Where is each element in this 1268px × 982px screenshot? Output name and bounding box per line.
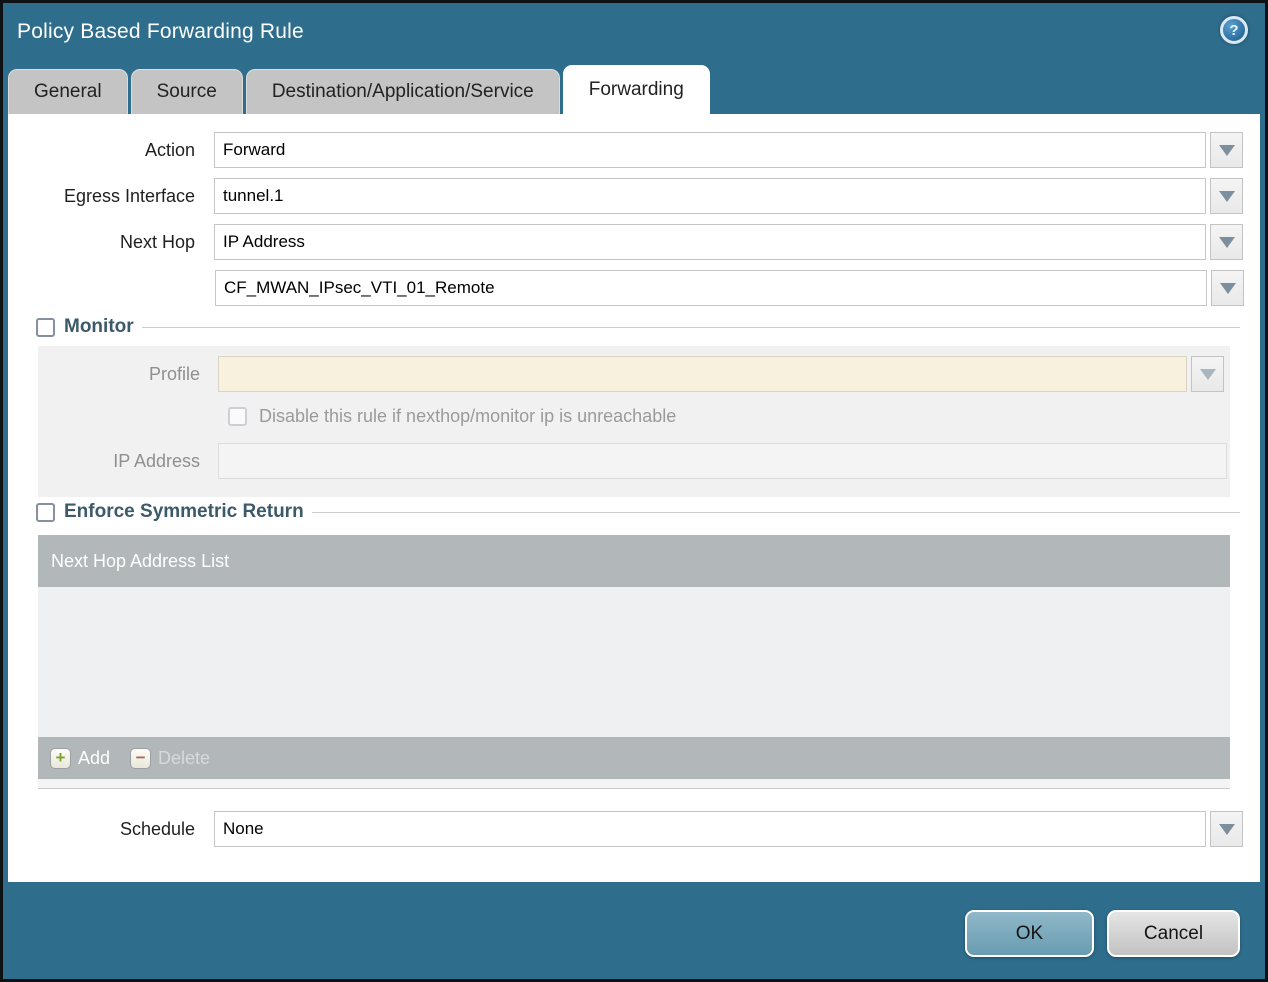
tab-general[interactable]: General xyxy=(8,69,128,114)
next-hop-address-input[interactable] xyxy=(215,270,1207,306)
page-title: Policy Based Forwarding Rule xyxy=(17,20,304,43)
disable-rule-checkbox xyxy=(228,407,247,426)
action-label: Action xyxy=(144,139,195,160)
schedule-label: Schedule xyxy=(119,818,195,839)
next-hop-address-row xyxy=(8,270,1260,306)
chevron-down-icon xyxy=(1199,368,1216,380)
egress-interface-input[interactable] xyxy=(214,178,1206,214)
profile-label: Profile xyxy=(148,363,200,384)
chevron-down-icon xyxy=(1218,236,1235,248)
symmetric-return-legend: Enforce Symmetric Return xyxy=(30,501,312,523)
plus-icon: + xyxy=(50,747,71,769)
next-hop-address-list: Next Hop Address List + Add − Delete xyxy=(38,535,1230,789)
help-icon[interactable]: ? xyxy=(1220,16,1248,44)
symmetric-return-group-title: Enforce Symmetric Return xyxy=(64,501,304,522)
tab-destination-application-service[interactable]: Destination/Application/Service xyxy=(245,69,560,114)
add-button-label: Add xyxy=(78,747,111,768)
symmetric-return-group: Enforce Symmetric Return Next Hop Addres… xyxy=(30,501,1240,789)
monitor-ip-address-input xyxy=(218,443,1227,479)
tab-bar: General Source Destination/Application/S… xyxy=(8,65,1265,114)
profile-dropdown-button xyxy=(1191,356,1224,392)
minus-glyph: − xyxy=(135,747,146,767)
schedule-dropdown-button[interactable] xyxy=(1210,811,1243,847)
egress-interface-label: Egress Interface xyxy=(63,185,195,206)
chevron-down-icon xyxy=(1218,823,1235,835)
next-hop-row: Next Hop xyxy=(8,224,1260,260)
tab-forwarding[interactable]: Forwarding xyxy=(562,65,710,114)
next-hop-type-input[interactable] xyxy=(214,224,1206,260)
schedule-input[interactable] xyxy=(214,811,1206,847)
disable-rule-row: Disable this rule if nexthop/monitor ip … xyxy=(228,406,1230,427)
monitor-ip-address-label: IP Address xyxy=(113,450,200,471)
monitor-ip-address-row: IP Address xyxy=(38,443,1230,479)
title-bar: Policy Based Forwarding Rule ? xyxy=(3,3,1265,65)
action-input[interactable] xyxy=(214,132,1206,168)
schedule-row: Schedule xyxy=(8,811,1260,847)
action-dropdown-button[interactable] xyxy=(1210,132,1243,168)
dialog-footer: OK Cancel xyxy=(3,882,1265,957)
next-hop-address-list-header: Next Hop Address List xyxy=(38,535,1230,587)
action-row: Action xyxy=(8,132,1260,168)
next-hop-address-list-toolbar: + Add − Delete xyxy=(38,737,1230,779)
cancel-button[interactable]: Cancel xyxy=(1107,910,1240,957)
enforce-symmetric-return-checkbox[interactable] xyxy=(36,502,55,522)
policy-based-forwarding-dialog: Policy Based Forwarding Rule ? General S… xyxy=(3,3,1265,979)
next-hop-address-list-body xyxy=(38,587,1230,737)
next-hop-label: Next Hop xyxy=(119,231,195,252)
monitor-group-title: Monitor xyxy=(64,316,134,337)
monitor-checkbox[interactable] xyxy=(36,317,55,337)
egress-interface-row: Egress Interface xyxy=(8,178,1260,214)
minus-icon: − xyxy=(130,747,152,769)
add-button[interactable]: + Add xyxy=(50,747,111,769)
monitor-group: Monitor Profile Disable this rule if nex… xyxy=(30,316,1240,497)
egress-interface-dropdown-button[interactable] xyxy=(1210,178,1243,214)
tab-source[interactable]: Source xyxy=(130,69,243,114)
chevron-down-icon xyxy=(1218,144,1235,156)
chevron-down-icon xyxy=(1218,190,1235,202)
help-glyph: ? xyxy=(1229,21,1239,39)
delete-button-label: Delete xyxy=(158,747,211,768)
monitor-panel: Profile Disable this rule if nexthop/mon… xyxy=(38,346,1230,497)
profile-row: Profile xyxy=(38,356,1230,392)
disable-rule-label: Disable this rule if nexthop/monitor ip … xyxy=(259,406,677,426)
monitor-legend: Monitor xyxy=(30,316,142,338)
ok-button[interactable]: OK xyxy=(965,910,1094,957)
list-scroll-strip xyxy=(38,779,1230,789)
chevron-down-icon xyxy=(1219,282,1236,294)
next-hop-dropdown-button[interactable] xyxy=(1210,224,1243,260)
plus-glyph: + xyxy=(55,748,66,767)
delete-button: − Delete xyxy=(130,747,211,769)
next-hop-address-dropdown-button[interactable] xyxy=(1211,270,1244,306)
profile-input xyxy=(218,356,1187,392)
forwarding-tab-panel: Action Egress Interface Next Hop xyxy=(8,114,1260,882)
